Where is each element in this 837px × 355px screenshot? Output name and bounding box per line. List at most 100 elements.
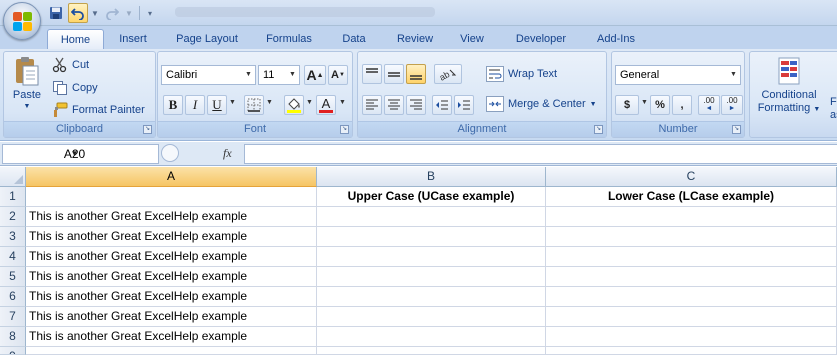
chevron-down-icon[interactable]: ▼ bbox=[3, 145, 146, 163]
paste-button[interactable]: Paste ▼ bbox=[8, 55, 46, 119]
decrease-decimal-button[interactable]: .00 ► bbox=[721, 95, 743, 115]
currency-dropdown-icon[interactable]: ▼ bbox=[641, 99, 648, 106]
cell-a4[interactable]: This is another Great ExcelHelp example bbox=[26, 247, 317, 267]
italic-button[interactable]: I bbox=[185, 95, 205, 115]
font-name-select[interactable]: Calibri ▼ bbox=[161, 65, 256, 85]
paste-dropdown-icon[interactable]: ▼ bbox=[24, 103, 31, 110]
cell-b3[interactable] bbox=[317, 227, 546, 247]
underline-button[interactable]: U bbox=[207, 95, 227, 115]
tab-insert[interactable]: Insert bbox=[110, 29, 156, 50]
clipboard-launcher-icon[interactable]: ↘ bbox=[143, 125, 152, 134]
cell-b5[interactable] bbox=[317, 267, 546, 287]
shrink-font-button[interactable]: A ▼ bbox=[328, 65, 348, 85]
format-painter-button[interactable]: Format Painter bbox=[52, 102, 145, 118]
row-header-5[interactable]: 5 bbox=[0, 267, 26, 287]
cell-c6[interactable] bbox=[546, 287, 837, 307]
row-header-1[interactable]: 1 bbox=[0, 187, 26, 207]
column-header-a[interactable]: A bbox=[26, 167, 317, 187]
cell-c8[interactable] bbox=[546, 327, 837, 347]
name-box[interactable]: A20 ▼ bbox=[2, 144, 159, 164]
cell-a7[interactable]: This is another Great ExcelHelp example bbox=[26, 307, 317, 327]
tab-data[interactable]: Data bbox=[333, 29, 375, 50]
fill-color-dropdown-icon[interactable]: ▼ bbox=[306, 99, 313, 106]
borders-dropdown-icon[interactable]: ▼ bbox=[266, 99, 273, 106]
borders-button[interactable] bbox=[244, 95, 264, 115]
currency-button[interactable]: $ bbox=[615, 95, 639, 115]
cell-c3[interactable] bbox=[546, 227, 837, 247]
font-color-button[interactable]: A bbox=[316, 95, 336, 115]
top-align-button[interactable] bbox=[362, 64, 382, 84]
cell-a2[interactable]: This is another Great ExcelHelp example bbox=[26, 207, 317, 227]
underline-dropdown-icon[interactable]: ▼ bbox=[229, 99, 236, 106]
conditional-formatting-button[interactable]: Conditional Formatting ▼ bbox=[754, 56, 824, 114]
redo-dropdown-icon[interactable]: ▼ bbox=[124, 3, 134, 23]
tab-formulas[interactable]: Formulas bbox=[258, 29, 320, 50]
row-header-6[interactable]: 6 bbox=[0, 287, 26, 307]
row-header-3[interactable]: 3 bbox=[0, 227, 26, 247]
align-center-button[interactable] bbox=[384, 95, 404, 115]
tab-page-layout[interactable]: Page Layout bbox=[168, 29, 246, 50]
tab-add-ins[interactable]: Add-Ins bbox=[588, 29, 644, 50]
cell-b7[interactable] bbox=[317, 307, 546, 327]
save-icon[interactable] bbox=[46, 3, 66, 23]
insert-function-icon[interactable]: fx bbox=[223, 146, 232, 161]
cell-c1[interactable]: Lower Case (LCase example) bbox=[546, 187, 837, 207]
redo-icon[interactable] bbox=[102, 3, 122, 23]
bottom-align-button[interactable] bbox=[406, 64, 426, 84]
font-launcher-icon[interactable]: ↘ bbox=[340, 125, 349, 134]
percent-button[interactable]: % bbox=[650, 95, 670, 115]
format-as-table-button[interactable]: F as bbox=[830, 96, 837, 121]
middle-align-button[interactable] bbox=[384, 64, 404, 84]
undo-icon[interactable] bbox=[68, 3, 88, 23]
font-color-dropdown-icon[interactable]: ▼ bbox=[339, 99, 346, 106]
increase-decimal-button[interactable]: .00 ◄ bbox=[698, 95, 720, 115]
align-left-button[interactable] bbox=[362, 95, 382, 115]
tab-developer[interactable]: Developer bbox=[505, 29, 577, 50]
cell-b9[interactable] bbox=[317, 347, 546, 355]
number-format-select[interactable]: General ▼ bbox=[615, 65, 741, 85]
copy-button[interactable]: Copy bbox=[52, 80, 98, 96]
column-header-b[interactable]: B bbox=[317, 167, 546, 187]
comma-button[interactable]: , bbox=[672, 95, 692, 115]
font-size-select[interactable]: 11 ▼ bbox=[258, 65, 300, 85]
undo-dropdown-icon[interactable]: ▼ bbox=[90, 3, 100, 23]
formula-input[interactable] bbox=[244, 144, 837, 164]
wrap-text-button[interactable]: Wrap Text bbox=[486, 66, 557, 82]
column-header-c[interactable]: C bbox=[546, 167, 837, 187]
cell-b8[interactable] bbox=[317, 327, 546, 347]
cell-c2[interactable] bbox=[546, 207, 837, 227]
cell-a1[interactable] bbox=[26, 187, 317, 207]
alignment-launcher-icon[interactable]: ↘ bbox=[594, 125, 603, 134]
cell-c5[interactable] bbox=[546, 267, 837, 287]
cell-c4[interactable] bbox=[546, 247, 837, 267]
cell-a3[interactable]: This is another Great ExcelHelp example bbox=[26, 227, 317, 247]
tab-home[interactable]: Home bbox=[47, 29, 104, 50]
expand-formula-icon[interactable] bbox=[161, 144, 179, 162]
row-header-2[interactable]: 2 bbox=[0, 207, 26, 227]
cell-a9[interactable] bbox=[26, 347, 317, 355]
tab-review[interactable]: Review bbox=[388, 29, 442, 50]
row-header-9[interactable]: 9 bbox=[0, 347, 26, 355]
fill-color-button[interactable] bbox=[284, 95, 304, 115]
cell-c7[interactable] bbox=[546, 307, 837, 327]
cell-b2[interactable] bbox=[317, 207, 546, 227]
cell-a6[interactable]: This is another Great ExcelHelp example bbox=[26, 287, 317, 307]
cell-a8[interactable]: This is another Great ExcelHelp example bbox=[26, 327, 317, 347]
increase-indent-button[interactable] bbox=[454, 95, 474, 115]
row-header-7[interactable]: 7 bbox=[0, 307, 26, 327]
select-all-corner[interactable] bbox=[0, 167, 26, 187]
cell-b4[interactable] bbox=[317, 247, 546, 267]
bold-button[interactable]: B bbox=[163, 95, 183, 115]
decrease-indent-button[interactable] bbox=[432, 95, 452, 115]
cell-b1[interactable]: Upper Case (UCase example) bbox=[317, 187, 546, 207]
merge-center-button[interactable]: Merge & Center ▼ bbox=[486, 96, 597, 112]
merge-dropdown-icon[interactable]: ▼ bbox=[590, 101, 597, 108]
cell-b6[interactable] bbox=[317, 287, 546, 307]
orientation-button[interactable]: ab bbox=[434, 64, 462, 84]
align-right-button[interactable] bbox=[406, 95, 426, 115]
row-header-8[interactable]: 8 bbox=[0, 327, 26, 347]
row-header-4[interactable]: 4 bbox=[0, 247, 26, 267]
customize-qat-icon[interactable]: ▾ bbox=[145, 3, 155, 23]
grow-font-button[interactable]: A ▲ bbox=[304, 65, 326, 85]
cell-a5[interactable]: This is another Great ExcelHelp example bbox=[26, 267, 317, 287]
